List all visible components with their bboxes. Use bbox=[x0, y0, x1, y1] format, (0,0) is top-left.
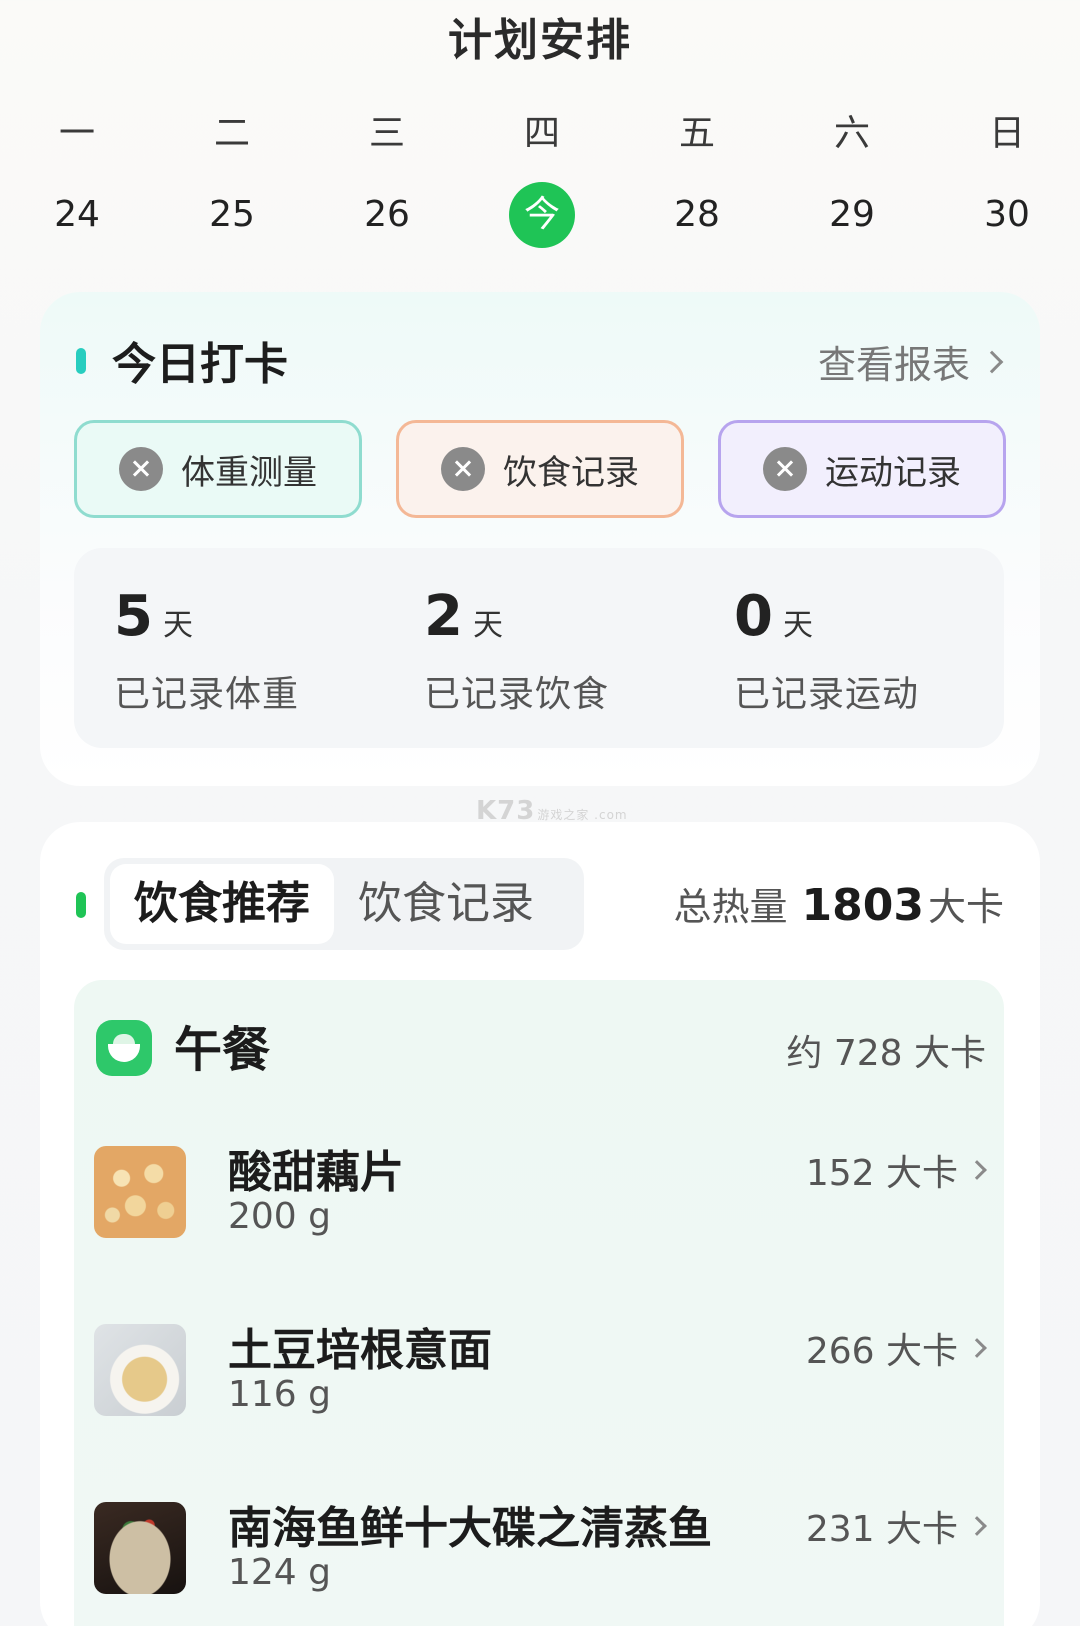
chevron-right-icon bbox=[967, 1338, 987, 1358]
weekday-label: 一 bbox=[58, 113, 95, 154]
food-calories: 266 大卡 bbox=[805, 1322, 987, 1374]
stat-value: 5 bbox=[114, 584, 153, 649]
close-circle-icon bbox=[441, 447, 485, 491]
tab-diet-recommend[interactable]: 饮食推荐 bbox=[110, 864, 334, 944]
chevron-right-icon bbox=[980, 350, 1004, 373]
weekday-label: 日 bbox=[988, 113, 1025, 154]
close-circle-icon bbox=[119, 447, 163, 491]
weekday-label: 二 bbox=[213, 113, 250, 154]
view-report-link[interactable]: 查看报表 bbox=[817, 334, 1004, 389]
diet-checkin-label: 饮食记录 bbox=[503, 452, 639, 493]
diet-stat: 2天 已记录饮食 bbox=[384, 548, 694, 748]
exercise-checkin-button[interactable]: 运动记录 bbox=[718, 420, 1006, 518]
week-calendar: 一 24 二 25 三 26 四 今 五 28 六 29 日 30 bbox=[0, 108, 1080, 248]
food-weight: 124 g bbox=[228, 1552, 332, 1593]
meal-calories: 约 728 大卡 bbox=[786, 1033, 986, 1074]
lunch-section: 午餐 约 728 大卡 酸甜藕片 200 g 152 大卡 土豆培根意面 116… bbox=[74, 980, 1004, 1626]
total-value: 1803 bbox=[801, 880, 924, 931]
date-label: 28 bbox=[674, 194, 720, 235]
date-label: 29 bbox=[829, 194, 875, 235]
stat-unit: 天 bbox=[472, 608, 503, 643]
day-wed[interactable]: 三 26 bbox=[352, 108, 422, 248]
day-thu-today[interactable]: 四 今 bbox=[507, 108, 577, 248]
food-name: 南海鱼鲜十大碟之清蒸鱼 bbox=[228, 1503, 712, 1554]
stat-label: 已记录体重 bbox=[114, 674, 300, 715]
section-marker bbox=[76, 892, 86, 918]
food-image bbox=[94, 1502, 186, 1594]
day-tue[interactable]: 二 25 bbox=[197, 108, 267, 248]
diet-tabs: 饮食推荐 饮食记录 bbox=[104, 858, 584, 950]
day-fri[interactable]: 五 28 bbox=[662, 108, 732, 248]
food-item[interactable]: 酸甜藕片 200 g 152 大卡 bbox=[94, 1136, 987, 1266]
exercise-checkin-label: 运动记录 bbox=[825, 452, 961, 493]
stat-value: 2 bbox=[424, 584, 463, 649]
food-calories-value: 266 大卡 bbox=[805, 1331, 958, 1372]
total-calories: 总热量 1803 大卡 bbox=[674, 876, 1005, 931]
date-label: 24 bbox=[54, 194, 100, 235]
date-label: 30 bbox=[984, 194, 1030, 235]
stat-unit: 天 bbox=[162, 608, 193, 643]
view-report-label: 查看报表 bbox=[817, 343, 970, 387]
diet-card: 饮食推荐 饮食记录 总热量 1803 大卡 午餐 约 728 大卡 酸甜藕片 200… bbox=[40, 822, 1040, 1626]
food-name: 酸甜藕片 bbox=[228, 1147, 404, 1198]
close-circle-icon bbox=[763, 447, 807, 491]
checkin-card: 今日打卡 查看报表 体重测量 饮食记录 运动记录 5天 已记录体重 2天 已记录… bbox=[40, 292, 1040, 786]
checkin-buttons: 体重测量 饮食记录 运动记录 bbox=[74, 420, 1006, 518]
day-sat[interactable]: 六 29 bbox=[817, 108, 887, 248]
section-marker bbox=[76, 348, 86, 374]
checkin-stats: 5天 已记录体重 2天 已记录饮食 0天 已记录运动 bbox=[74, 548, 1004, 748]
tab-diet-record[interactable]: 饮食记录 bbox=[334, 864, 558, 944]
today-badge: 今 bbox=[509, 182, 575, 248]
watermark-sub: 游戏之家 .com bbox=[537, 808, 628, 822]
stat-unit: 天 bbox=[782, 608, 813, 643]
weekday-label: 三 bbox=[368, 113, 405, 154]
food-name: 土豆培根意面 bbox=[228, 1325, 492, 1376]
day-mon[interactable]: 一 24 bbox=[42, 108, 112, 248]
weight-checkin-button[interactable]: 体重测量 bbox=[74, 420, 362, 518]
page-title: 计划安排 bbox=[448, 15, 632, 66]
food-weight: 200 g bbox=[228, 1196, 332, 1237]
date-label: 26 bbox=[364, 194, 410, 235]
food-calories-value: 152 大卡 bbox=[805, 1153, 958, 1194]
weight-checkin-label: 体重测量 bbox=[181, 452, 317, 493]
rice-bowl-icon bbox=[96, 1020, 152, 1076]
total-unit: 大卡 bbox=[927, 885, 1004, 929]
exercise-stat: 0天 已记录运动 bbox=[694, 548, 1004, 748]
chevron-right-icon bbox=[967, 1160, 987, 1180]
food-calories-value: 231 大卡 bbox=[805, 1509, 958, 1550]
day-sun[interactable]: 日 30 bbox=[972, 108, 1042, 248]
meal-title: 午餐 bbox=[174, 1022, 271, 1078]
weekday-label: 六 bbox=[833, 113, 870, 154]
food-calories: 231 大卡 bbox=[805, 1500, 987, 1552]
stat-label: 已记录运动 bbox=[734, 674, 920, 715]
food-image bbox=[94, 1146, 186, 1238]
stat-label: 已记录饮食 bbox=[424, 674, 610, 715]
weight-stat: 5天 已记录体重 bbox=[74, 548, 384, 748]
weekday-label: 四 bbox=[523, 113, 560, 154]
checkin-title: 今日打卡 bbox=[112, 339, 288, 390]
food-item[interactable]: 土豆培根意面 116 g 266 大卡 bbox=[94, 1314, 987, 1444]
food-item[interactable]: 南海鱼鲜十大碟之清蒸鱼 124 g 231 大卡 bbox=[94, 1492, 987, 1622]
food-image bbox=[94, 1324, 186, 1416]
food-calories: 152 大卡 bbox=[805, 1144, 987, 1196]
diet-checkin-button[interactable]: 饮食记录 bbox=[396, 420, 684, 518]
chevron-right-icon bbox=[967, 1516, 987, 1536]
stat-value: 0 bbox=[734, 584, 773, 649]
weekday-label: 五 bbox=[678, 113, 715, 154]
date-label: 25 bbox=[209, 194, 255, 235]
food-weight: 116 g bbox=[228, 1374, 332, 1415]
total-label: 总热量 bbox=[673, 885, 788, 929]
